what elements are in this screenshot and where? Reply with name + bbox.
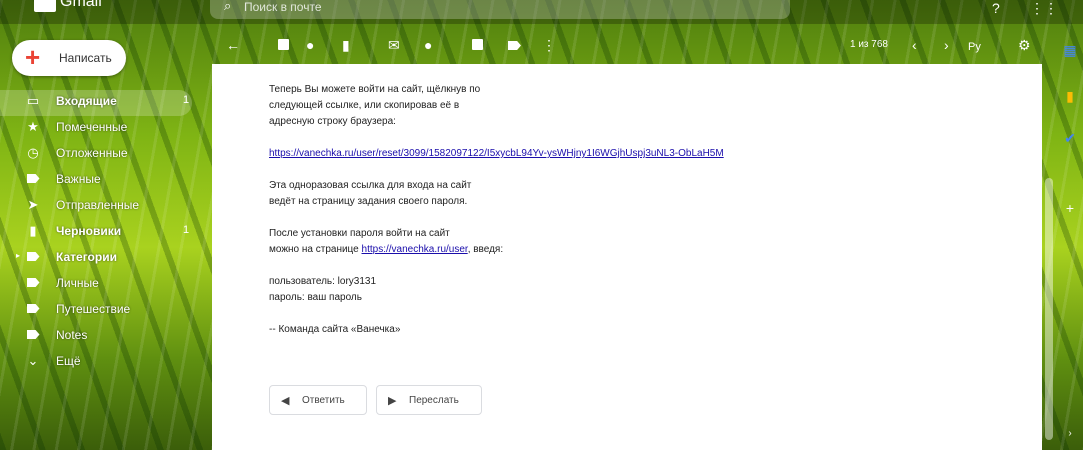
sidebar-item-snoozed[interactable]: ◷ Отложенные [0,142,200,168]
password-line: пароль: ваш пароль [269,292,362,303]
report-spam-icon[interactable]: ● [306,37,314,53]
draft-count: 1 [183,224,190,236]
label-as-icon[interactable] [508,37,521,53]
sidebar-item-label: Личные [56,276,99,290]
sidebar-item-label: Важные [56,172,101,186]
search-placeholder: Поиск в почте [244,0,322,14]
info-line-2: ведёт на страницу задания своего пароля. [269,196,468,207]
label-icon [26,302,40,316]
move-to-icon[interactable] [472,37,483,53]
app-name: Gmail [60,0,102,10]
top-bar: Gmail ⌕ Поиск в почте ? ⋮⋮ [0,0,1083,24]
scrollbar[interactable] [1045,178,1053,440]
reply-icon: ◀ [281,395,290,407]
message-view: Теперь Вы можете войти на сайт, щёлкнув … [212,64,1042,450]
calendar-icon[interactable]: ▦ [1060,42,1080,62]
sidebar-item-label: Отложенные [56,146,128,160]
previous-icon[interactable]: ‹ [912,37,917,53]
snooze-icon[interactable]: ● [424,37,432,53]
more-options-icon[interactable]: ⋮ [542,37,556,53]
sidebar-item-personal[interactable]: Личные [0,272,200,298]
add-addon-icon[interactable]: + [1060,200,1080,220]
search-icon[interactable]: ⌕ [224,0,231,14]
sidebar-item-label: Входящие [56,94,117,108]
sidebar-item-label: Черновики [56,224,122,238]
important-icon [26,172,40,186]
sidebar-item-sent[interactable]: ➤ Отправленные [0,194,200,220]
sidebar-item-inbox[interactable]: ▭ Входящие 1 [0,90,192,116]
expand-panel-icon[interactable]: › [1060,428,1080,448]
user-page-link[interactable]: https://vanechka.ru/user [362,244,468,255]
unread-count: 1 [183,94,190,106]
forward-label: Переслать [409,395,459,406]
reply-button[interactable]: ◀ Ответить [269,385,367,415]
label-icon [26,276,40,290]
help-icon[interactable]: ? [992,0,1000,16]
message-toolbar: ← ● ▮ ✉ ● ⋮ 1 из 768 ‹ › Ру ⚙ [212,33,1042,59]
archive-icon[interactable] [278,37,289,53]
sidebar-item-label: Категории [56,250,117,264]
compose-label: Написать [59,51,112,65]
signature: -- Команда сайта «Ванечка» [269,324,401,335]
keep-icon[interactable]: ▮ [1060,88,1080,108]
sidebar-item-important[interactable]: Важные [0,168,200,194]
reply-label: Ответить [302,395,345,406]
login-line-2-post: , введя: [467,244,504,255]
clock-icon: ◷ [27,145,39,160]
sidebar-item-starred[interactable]: ★ Помеченные [0,116,200,142]
apps-icon[interactable]: ⋮⋮ [1030,0,1058,17]
input-language[interactable]: Ру [968,39,981,55]
label-icon [26,250,40,264]
search-input[interactable]: ⌕ Поиск в почте [210,0,790,19]
sidebar-item-more[interactable]: ⌄ Ещё [0,350,200,376]
login-line-2-pre: можно на странице [269,244,362,255]
draft-icon: ▮ [29,223,37,238]
inbox-icon: ▭ [26,93,40,108]
sidebar-item-notes[interactable]: Notes [0,324,200,350]
message-body: Теперь Вы можете войти на сайт, щёлкнув … [269,82,829,354]
label-icon [26,328,40,342]
pager-count: 1 из 768 [850,39,888,50]
send-icon: ➤ [27,197,39,212]
plus-icon: + [25,42,41,72]
tasks-icon[interactable]: ✔ [1060,130,1080,150]
sidebar-item-categories[interactable]: ▸ Категории [0,246,200,272]
username-line: пользователь: lory3131 [269,276,377,287]
sidebar-item-label: Отправленные [56,198,140,212]
sidebar-item-label: Помеченные [56,120,128,134]
expand-icon[interactable]: ▸ [16,251,20,260]
reset-link[interactable]: https://vanechka.ru/user/reset/3099/1582… [269,148,724,159]
sidebar-item-drafts[interactable]: ▮ Черновики 1 [0,220,200,246]
star-icon: ★ [27,119,39,134]
compose-button[interactable]: + Написать [12,40,126,76]
login-line-1: После установки пароля войти на сайт [269,228,450,239]
forward-button[interactable]: ▶ Переслать [376,385,482,415]
delete-icon[interactable]: ▮ [342,37,350,53]
back-arrow-icon[interactable]: ← [226,37,240,53]
forward-icon: ▶ [388,395,397,407]
mark-unread-icon[interactable]: ✉ [388,37,400,53]
next-icon[interactable]: › [944,37,949,53]
settings-gear-icon[interactable]: ⚙ [1018,37,1031,53]
sidebar-item-label: Путешествие [56,302,131,316]
sidebar-item-label: Notes [56,328,88,342]
sidebar-item-label: Ещё [56,354,81,368]
intro-text: Теперь Вы можете войти на сайт, щёлкнув … [269,84,481,127]
sidebar-item-travel[interactable]: Путешествие [0,298,200,324]
chevron-down-icon: ⌄ [27,353,39,368]
gmail-logo[interactable] [34,0,56,12]
info-line-1: Эта одноразовая ссылка для входа на сайт [269,180,472,191]
